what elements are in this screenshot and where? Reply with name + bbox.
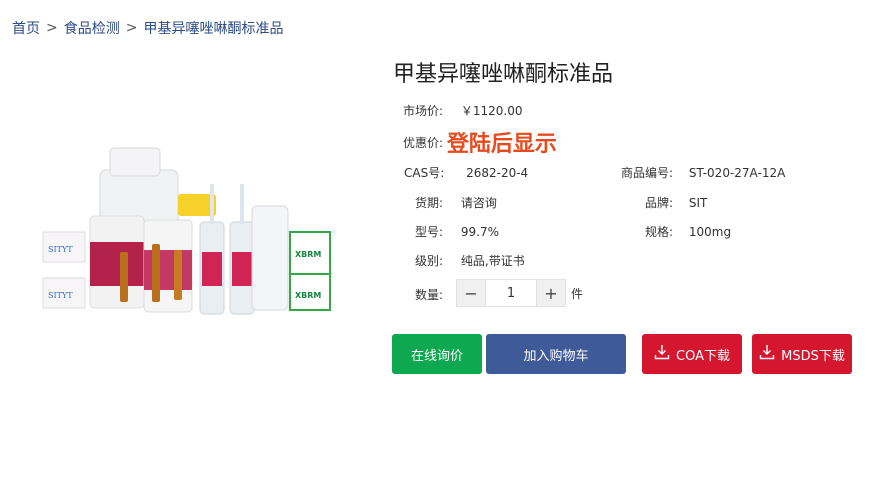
breadcrumb-separator: > — [125, 20, 138, 36]
cas-row: CAS号: 2682-20-4 — [404, 164, 528, 181]
market-price-label: 市场价: — [403, 104, 444, 118]
add-to-cart-button[interactable]: 加入购物车 — [486, 334, 626, 374]
stock-value: 请咨询 — [460, 196, 497, 210]
qty-input[interactable] — [486, 279, 536, 307]
brand-text-1: SITYT — [48, 245, 73, 254]
grade-label: 级别: — [415, 254, 444, 268]
stock-label: 货期: — [415, 196, 444, 210]
grade-value: 纯品,带证书 — [460, 254, 525, 268]
code-value: ST-020-27A-12A — [688, 166, 786, 180]
msds-download-label: MSDS下载 — [781, 348, 845, 364]
spec-label: 规格: — [645, 225, 674, 239]
market-price-row: 市场价: ￥1120.00 — [403, 102, 523, 119]
spec-row: 规格: 100mg — [645, 223, 731, 240]
brand-value: SIT — [688, 196, 708, 210]
inquiry-button-label: 在线询价 — [410, 348, 463, 364]
product-title: 甲基异噻唑啉酮标准品 — [393, 62, 614, 87]
market-price-value: ￥1120.00 — [460, 104, 523, 118]
coa-download-label: COA下载 — [676, 348, 730, 364]
code-label: 商品编号: — [621, 166, 674, 180]
spec-value: 100mg — [688, 225, 732, 239]
brand-text-2: SITYT — [48, 291, 73, 300]
breadcrumb-food-testing[interactable]: 食品检测 — [64, 18, 120, 38]
cas-label: CAS号: — [404, 166, 445, 180]
download-icon — [759, 344, 775, 364]
code-row: 商品编号: ST-020-27A-12A — [621, 164, 785, 181]
promo-price-value: 登陆后显示 — [446, 132, 557, 157]
qty-unit: 件 — [571, 286, 584, 301]
brand-row: 品牌: SIT — [645, 194, 707, 211]
product-image: SITYT SITYT XBRM XBRM — [40, 140, 340, 320]
kit-text-2: XBRM — [295, 291, 321, 300]
brand-label: 品牌: — [645, 196, 674, 210]
qty-label: 数量: — [415, 288, 444, 302]
breadcrumb: 首页 > 食品检测 > 甲基异噻唑啉酮标准品 — [12, 18, 283, 38]
breadcrumb-separator: > — [46, 20, 58, 36]
breadcrumb-current[interactable]: 甲基异噻唑啉酮标准品 — [143, 18, 283, 38]
stock-row: 货期: 请咨询 — [415, 194, 497, 211]
grade-row: 级别: 纯品,带证书 — [415, 252, 525, 269]
model-row: 型号: 99.7% — [415, 223, 499, 240]
breadcrumb-home[interactable]: 首页 — [12, 18, 40, 38]
promo-price-label: 优惠价: — [403, 135, 444, 150]
qty-plus-button[interactable]: + — [536, 279, 566, 307]
model-value: 99.7% — [460, 225, 499, 239]
download-icon — [654, 344, 670, 364]
model-label: 型号: — [415, 225, 444, 239]
coa-download-button[interactable]: COA下载 — [642, 334, 742, 374]
msds-download-button[interactable]: MSDS下载 — [752, 334, 852, 374]
promo-price-row: 优惠价: 登陆后显示 — [403, 126, 557, 158]
inquiry-button[interactable]: 在线询价 — [392, 334, 482, 374]
qty-minus-button[interactable]: − — [456, 279, 486, 307]
quantity-stepper: − + 件 — [456, 279, 583, 307]
kit-text-1: XBRM — [295, 250, 321, 259]
cas-value: 2682-20-4 — [466, 166, 529, 180]
add-to-cart-label: 加入购物车 — [523, 348, 589, 364]
